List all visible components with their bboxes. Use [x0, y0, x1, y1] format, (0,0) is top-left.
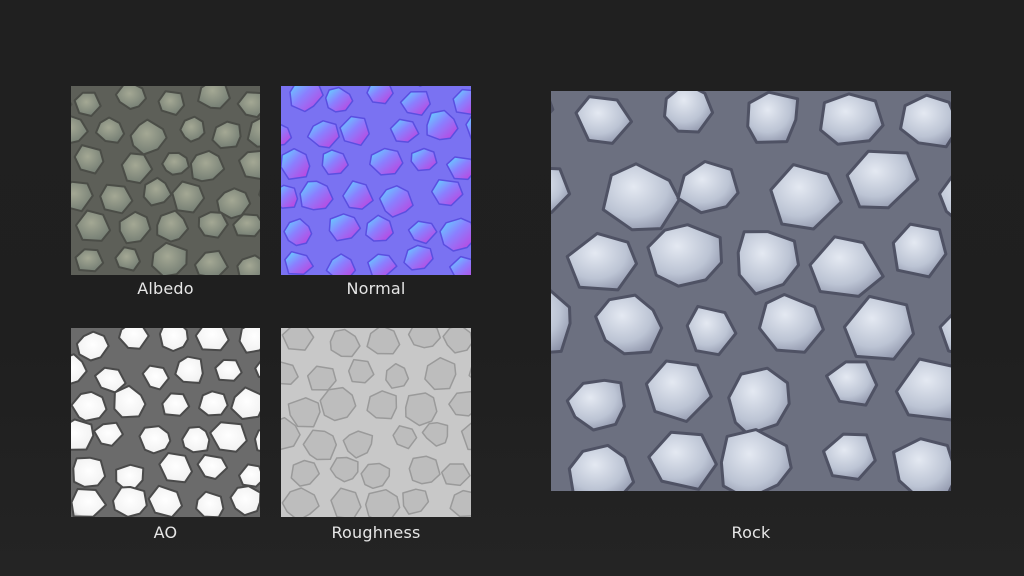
albedo-label: Albedo: [137, 279, 194, 298]
ao-stone: [214, 358, 243, 382]
roughness-map-tile: [281, 328, 471, 517]
rock-stone: [892, 437, 951, 491]
ao-stone: [194, 328, 230, 352]
albedo-stone: [74, 248, 105, 273]
rock-texture: [551, 91, 951, 491]
normal-label: Normal: [346, 279, 406, 298]
rock-stone: [746, 91, 800, 144]
roughness-label: Roughness: [331, 523, 421, 542]
ao-stone: [138, 425, 172, 455]
ao-stone: [115, 463, 145, 490]
ao-texture: [71, 328, 260, 517]
roughness-stone: [366, 328, 401, 355]
ao-stone: [181, 425, 211, 454]
ao-map-tile: [71, 328, 260, 517]
albedo-stone: [157, 90, 186, 116]
rock-stone: [819, 92, 885, 146]
albedo-texture: [71, 86, 260, 275]
ao-label: AO: [153, 523, 178, 542]
normal-map-tile: [281, 86, 471, 275]
albedo-map-tile: [71, 86, 260, 275]
rock-preview-tile: [551, 91, 951, 491]
ao-stone: [112, 486, 148, 517]
ao-stone: [174, 355, 204, 384]
normal-stone: [410, 147, 438, 172]
rock-label: Rock: [731, 523, 771, 542]
ao-stone: [72, 456, 107, 488]
normal-texture: [281, 86, 471, 275]
normal-stone: [281, 184, 299, 209]
albedo-stone: [161, 151, 190, 176]
roughness-texture: [281, 328, 471, 517]
ao-stone: [198, 390, 229, 417]
ao-stone: [158, 328, 189, 352]
